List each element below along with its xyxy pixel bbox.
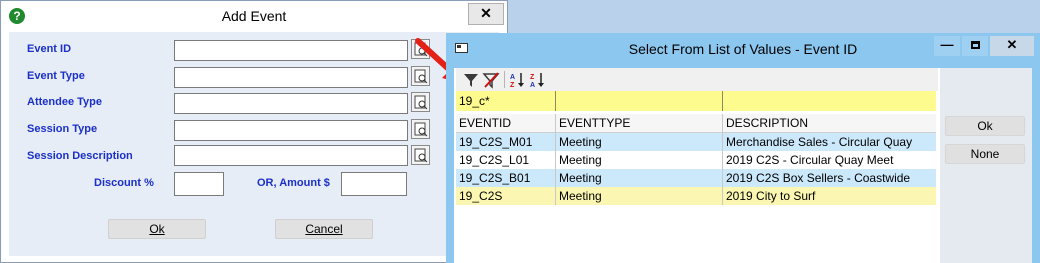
filter-description-input[interactable] <box>723 91 936 111</box>
cell-eventtype: Meeting <box>556 169 723 187</box>
clear-filter-icon[interactable] <box>482 71 500 89</box>
discount-field[interactable] <box>174 172 224 196</box>
session-type-label: Session Type <box>27 123 98 135</box>
table-row[interactable]: 19_C2S_M01 Meeting Merchandise Sales - C… <box>456 133 936 151</box>
cancel-button[interactable]: Cancel <box>275 219 373 239</box>
session-description-label: Session Description <box>27 150 133 162</box>
lov-titlebar[interactable]: Select From List of Values - Event ID — … <box>446 33 1040 63</box>
cell-description: 2019 City to Surf <box>726 189 816 203</box>
toolbar-separator <box>504 71 505 88</box>
lov-toolbar: A Z Z A <box>456 68 938 91</box>
filter-eventid-input[interactable]: 19_c* <box>456 91 556 111</box>
ok-button-label: Ok <box>149 222 165 236</box>
svg-text:A: A <box>530 82 535 89</box>
attendee-type-lookup-button[interactable] <box>411 92 430 112</box>
sort-ascending-icon[interactable]: A Z <box>509 71 527 89</box>
svg-text:Z: Z <box>530 74 535 81</box>
filter-icon[interactable] <box>462 71 480 89</box>
maximize-button[interactable] <box>962 36 988 56</box>
lov-button-panel: Ok None <box>940 68 1032 263</box>
cell-eventid: 19_C2S_B01 <box>456 169 556 187</box>
cell-description: Merchandise Sales - Circular Quay <box>726 135 913 149</box>
filter-row: 19_c* <box>456 91 936 111</box>
maximize-icon <box>970 41 980 49</box>
session-type-lookup-button[interactable] <box>411 119 430 139</box>
sort-descending-icon[interactable]: Z A <box>529 71 547 89</box>
grid-header: EVENTID EVENTTYPE DESCRIPTION <box>456 114 936 133</box>
lookup-list-icon <box>414 122 428 137</box>
ok-button[interactable]: Ok <box>108 219 206 239</box>
lov-none-button[interactable]: None <box>945 144 1025 164</box>
filter-eventtype-input[interactable] <box>556 91 723 111</box>
column-header-eventtype[interactable]: EVENTTYPE <box>556 114 723 132</box>
cell-eventid: 19_C2S <box>456 187 556 205</box>
minimize-button[interactable]: — <box>934 36 960 56</box>
cell-description: 2019 C2S Box Sellers - Coastwide <box>726 171 911 185</box>
select-list-dialog: Select From List of Values - Event ID — … <box>446 33 1040 263</box>
table-row[interactable]: 19_C2S_B01 Meeting 2019 C2S Box Sellers … <box>456 169 936 187</box>
lookup-list-icon <box>414 95 428 110</box>
session-description-lookup-button[interactable] <box>411 145 430 165</box>
event-type-field[interactable] <box>174 67 408 88</box>
cell-eventtype: Meeting <box>556 187 723 205</box>
add-event-titlebar[interactable]: ? Add Event ✕ <box>1 1 507 31</box>
discount-label: Discount % <box>94 177 154 189</box>
lov-content: A Z Z A 19_c* EVENTID EVENTTYPE DESCRIPT… <box>454 68 1032 263</box>
table-row-selected[interactable]: 19_C2S Meeting 2019 City to Surf <box>456 187 936 205</box>
cell-eventtype: Meeting <box>556 133 723 151</box>
event-id-label: Event ID <box>27 43 72 55</box>
add-event-title: Add Event <box>221 8 287 24</box>
session-description-field[interactable] <box>174 145 408 166</box>
amount-label: OR, Amount $ <box>257 177 330 189</box>
svg-text:Z: Z <box>510 82 515 89</box>
cell-eventid: 19_C2S_M01 <box>456 133 556 151</box>
session-type-field[interactable] <box>174 120 408 141</box>
column-header-eventid[interactable]: EVENTID <box>456 114 556 132</box>
cancel-button-label: Cancel <box>305 222 343 236</box>
lov-ok-button[interactable]: Ok <box>945 116 1025 136</box>
event-id-field[interactable] <box>174 40 408 61</box>
add-event-close-button[interactable]: ✕ <box>468 3 504 25</box>
event-type-label: Event Type <box>27 70 85 82</box>
lookup-list-icon <box>414 148 428 163</box>
cell-description: 2019 C2S - Circular Quay Meet <box>726 153 894 167</box>
attendee-type-field[interactable] <box>174 93 408 114</box>
amount-field[interactable] <box>341 172 407 196</box>
lov-close-button[interactable]: ✕ <box>990 36 1034 56</box>
cell-eventtype: Meeting <box>556 151 723 169</box>
table-row[interactable]: 19_C2S_L01 Meeting 2019 C2S - Circular Q… <box>456 151 936 169</box>
column-header-description[interactable]: DESCRIPTION <box>723 114 936 132</box>
attendee-type-label: Attendee Type <box>27 96 102 108</box>
cell-eventid: 19_C2S_L01 <box>456 151 556 169</box>
svg-text:A: A <box>510 74 515 81</box>
